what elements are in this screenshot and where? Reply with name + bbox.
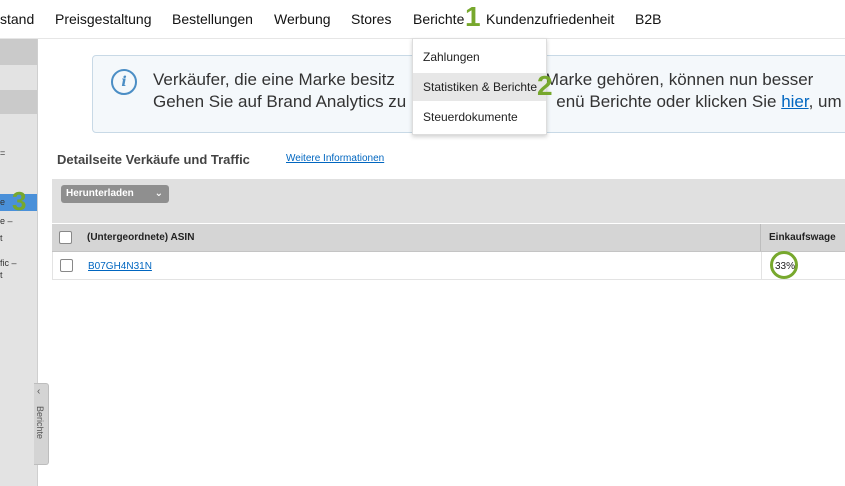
sidebar-band [0, 39, 37, 65]
menu-item-zahlungen[interactable]: Zahlungen [413, 43, 546, 71]
top-navigation: stand Preisgestaltung Bestellungen Werbu… [0, 0, 845, 39]
nav-item-werbung[interactable]: Werbung [274, 11, 331, 27]
step-marker-2: 2 [537, 70, 553, 101]
nav-item-kundenzufriedenheit[interactable]: Kundenzufriedenheit [486, 11, 614, 27]
table-header: (Untergeordnete) ASIN Einkaufswage [52, 224, 845, 252]
sidebar-tab-label: Berichte [35, 406, 45, 440]
sidebar-band [0, 90, 37, 114]
sidebar-text-fragment: t [0, 233, 3, 243]
menu-item-statistiken-berichte[interactable]: Statistiken & Berichte [413, 73, 546, 101]
nav-item-berichte[interactable]: Berichte [413, 11, 464, 27]
chevron-down-icon: ⌄ [154, 188, 163, 199]
nav-item-preisgestaltung[interactable]: Preisgestaltung [55, 11, 152, 27]
nav-item-stand[interactable]: stand [0, 11, 34, 27]
nav-item-b2b[interactable]: B2B [635, 11, 661, 27]
row-checkbox[interactable] [60, 259, 73, 272]
select-all-checkbox[interactable] [59, 231, 72, 244]
column-header-buybox[interactable]: Einkaufswage [769, 232, 836, 243]
step-marker-3: 3 [12, 186, 27, 216]
asin-link[interactable]: B07GH4N31N [88, 261, 152, 272]
sidebar-text-fragment: e [0, 197, 6, 207]
table-row: B07GH4N31N 33% [52, 252, 845, 280]
column-header-asin[interactable]: (Untergeordnete) ASIN [87, 232, 194, 243]
report-title: Detailseite Verkäufe und Traffic [57, 152, 250, 167]
info-icon: i [111, 69, 137, 95]
nav-item-stores[interactable]: Stores [351, 11, 391, 27]
download-button-label: Herunterladen [66, 188, 134, 199]
highlight-circle [770, 251, 798, 279]
chevron-left-icon: ‹ [37, 386, 41, 397]
nav-item-bestellungen[interactable]: Bestellungen [172, 11, 253, 27]
sidebar-text-fragment: = [0, 148, 6, 158]
info-here-link[interactable]: hier [781, 92, 808, 111]
download-button[interactable]: Herunterladen ⌄ [61, 185, 169, 203]
more-info-link[interactable]: Weitere Informationen [286, 153, 384, 164]
sidebar-text-fragment: e – [0, 216, 13, 226]
column-divider [760, 224, 761, 251]
report-toolbar: Herunterladen ⌄ [52, 179, 845, 223]
step-marker-1: 1 [465, 1, 481, 32]
sidebar-text-fragment[interactable]: fic – [0, 258, 17, 268]
berichte-dropdown-menu: Zahlungen Statistiken & Berichte Steuerd… [412, 38, 547, 135]
sidebar-collapse-tab[interactable]: ‹ Berichte [34, 383, 49, 465]
column-divider [761, 252, 762, 279]
sidebar: = e e – t fic – t [0, 39, 38, 486]
menu-item-steuerdokumente[interactable]: Steuerdokumente [413, 103, 546, 131]
sidebar-text-fragment: t [0, 270, 3, 280]
